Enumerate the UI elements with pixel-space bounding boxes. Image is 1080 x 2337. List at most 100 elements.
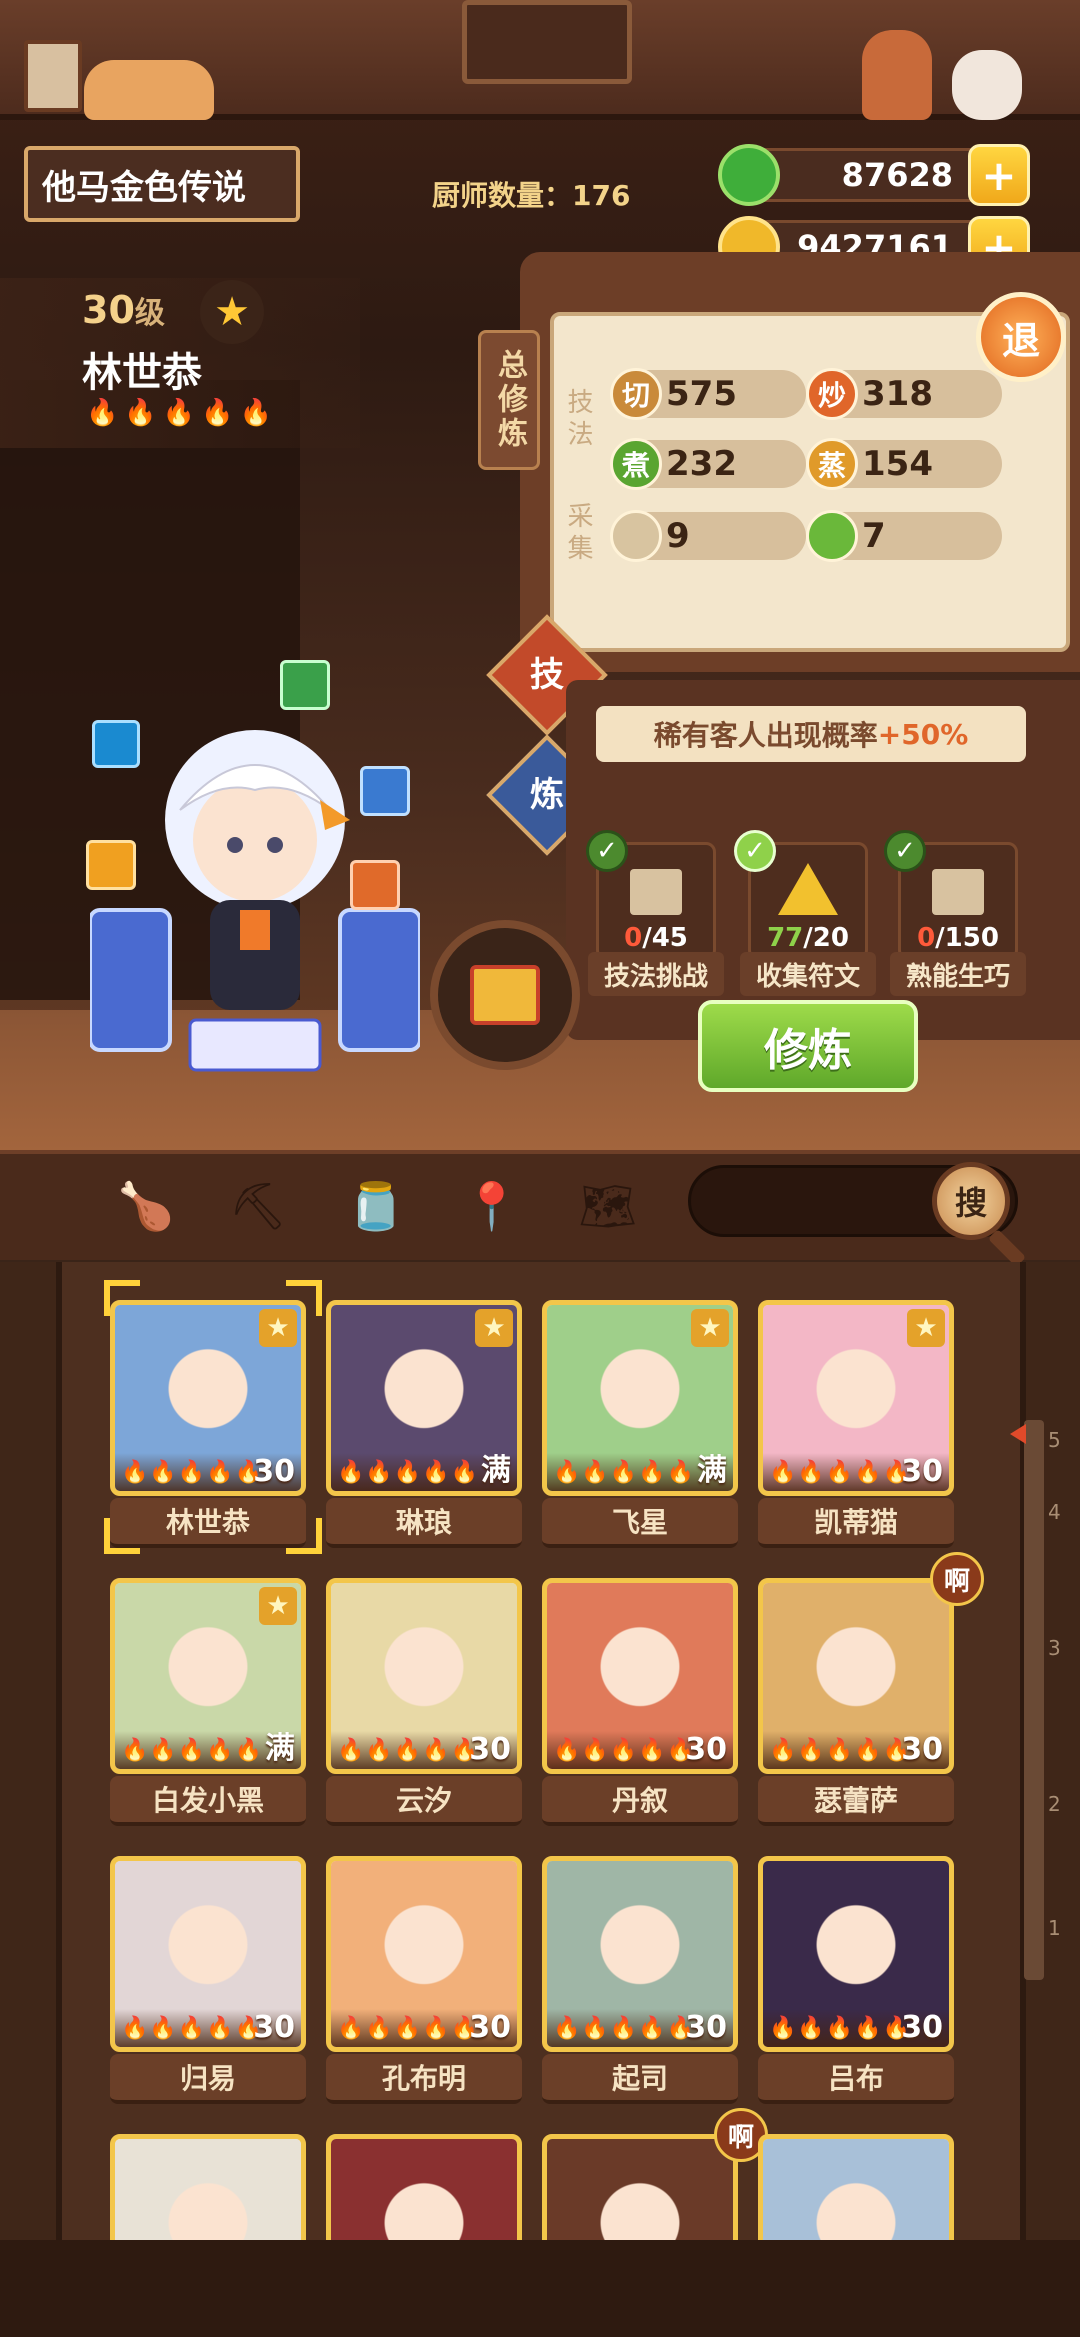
gift-box-icon	[470, 965, 540, 1025]
stat-boil: 煮 232	[610, 438, 806, 490]
chef-card[interactable]: 🔥🔥🔥🔥🔥 30 瑟蕾萨	[758, 1578, 954, 1826]
scroll-scale[interactable]	[1024, 1420, 1044, 1980]
search-button[interactable]: 搜	[932, 1162, 1010, 1240]
chef-card-level: 30	[253, 1454, 295, 1489]
flour-icon	[610, 510, 662, 562]
check-icon: ✓	[734, 830, 776, 872]
stat-steam-value: 154	[862, 444, 933, 484]
train-button[interactable]: 修炼	[698, 1000, 918, 1092]
chef-card[interactable]: 🔥🔥🔥🔥🔥 满 ★ 琳琅	[326, 1300, 522, 1548]
location-icon[interactable]: 📍	[462, 1176, 522, 1236]
chef-card-level: 30	[469, 1732, 511, 1767]
scale-mark: 4	[1048, 1500, 1061, 1524]
rare-guest-text: 稀有客人出现概率	[653, 719, 878, 752]
chef-card-name: 白发小黑	[110, 1776, 306, 1826]
check-icon: ✓	[884, 830, 926, 872]
chef-portrait: 🔥🔥🔥🔥🔥 30	[326, 1856, 522, 2052]
chef-card[interactable]: 🔥🔥🔥🔥🔥 满 ★ 飞星	[542, 1300, 738, 1548]
drumstick-icon[interactable]: 🍗	[116, 1176, 176, 1236]
chef-card-name: 吕布	[758, 2054, 954, 2104]
box-icon	[932, 869, 984, 915]
chef-count: 厨师数量：176	[432, 174, 630, 214]
gather-section-label: 采集	[563, 502, 593, 566]
fry-icon: 炒	[806, 368, 858, 420]
flame-icon: 🔥🔥🔥🔥🔥	[337, 2016, 479, 2041]
stat-flour-value: 9	[666, 516, 690, 556]
chef-card-level: 30	[253, 2010, 295, 2045]
star-icon: ★	[691, 1309, 729, 1347]
skill-section-label: 技法	[563, 388, 593, 452]
rune-icon	[778, 863, 838, 915]
add-jade-button[interactable]: +	[968, 144, 1030, 206]
chef-card[interactable]: 🔥🔥🔥🔥🔥 满 ★ 白发小黑	[110, 1578, 306, 1826]
flame-icon: 🔥🔥🔥🔥🔥	[769, 2016, 911, 2041]
flame-icon: 🔥🔥🔥🔥🔥	[553, 2016, 695, 2041]
chef-count-value: 176	[572, 179, 631, 212]
stat-veg-value: 7	[862, 516, 886, 556]
chef-count-label: 厨师数量：	[432, 179, 573, 212]
chef-card-name: 瑟蕾萨	[758, 1776, 954, 1826]
chef-card[interactable]: 🔥🔥🔥🔥🔥 30 丹叙	[542, 1578, 738, 1826]
chef-card-level: 满	[265, 1731, 295, 1766]
task-count-current: 0	[624, 923, 643, 953]
star-icon: ★	[475, 1309, 513, 1347]
chef-portrait: 🔥🔥🔥🔥🔥 满 ★	[542, 1300, 738, 1496]
player-name-box[interactable]: 他马金色传说	[24, 146, 300, 222]
rare-guest-banner: 稀有客人出现概率 +50%	[596, 706, 1026, 762]
task-count-total: /150	[935, 923, 999, 953]
exit-button[interactable]: 退	[976, 292, 1066, 382]
vegetable-icon	[806, 510, 858, 562]
chef-card-level: 30	[901, 1454, 943, 1489]
chef-portrait: 🔥🔥🔥🔥🔥 30	[110, 1856, 306, 2052]
chef-card-name: 凯蒂猫	[758, 1498, 954, 1548]
shovel-icon[interactable]: ⛏	[228, 1176, 288, 1236]
stat-fry: 炒 318	[806, 368, 1002, 420]
selection-corner	[286, 1518, 322, 1554]
selection-corner	[104, 1518, 140, 1554]
map-question-icon[interactable]: 🗺	[578, 1176, 638, 1236]
cat-figure-icon	[952, 50, 1022, 120]
water-drop-icon	[92, 720, 140, 768]
stat-gather-flour: 9	[610, 510, 806, 562]
box-icon	[630, 869, 682, 915]
flame-icon: 🔥🔥🔥🔥🔥	[769, 1738, 911, 1763]
task-count-current: 77	[767, 923, 804, 953]
flame-icon: 🔥🔥🔥🔥🔥	[121, 1738, 263, 1763]
total-training-tab[interactable]: 总修炼	[478, 330, 540, 470]
chef-card-name: 飞星	[542, 1498, 738, 1548]
chef-card-name: 丹叙	[542, 1776, 738, 1826]
task-count-current: 0	[917, 923, 936, 953]
chef-portrait: 🔥🔥🔥🔥🔥 30 ★	[758, 1300, 954, 1496]
chef-portrait: 🔥🔥🔥🔥🔥 满 ★	[110, 1578, 306, 1774]
chef-name: 林世恭	[82, 350, 202, 396]
scale-mark: 1	[1048, 1916, 1061, 1940]
doll-icon	[862, 30, 932, 120]
flame-icon: 🔥🔥🔥🔥🔥	[337, 1738, 479, 1763]
chef-card-level: 30	[685, 1732, 727, 1767]
blue-item-icon	[360, 766, 410, 816]
scroll-indicator-icon	[1010, 1424, 1026, 1444]
rare-guest-value: +50%	[877, 717, 969, 751]
chef-card[interactable]: 🔥🔥🔥🔥🔥 30 吕布	[758, 1856, 954, 2104]
chef-card[interactable]: 🔥🔥🔥🔥🔥 30 孔布明	[326, 1856, 522, 2104]
hanging-sign-icon	[462, 0, 632, 84]
chef-card[interactable]: 🔥🔥🔥🔥🔥 30 ★ 林世恭	[110, 1300, 306, 1548]
equipment-slot[interactable]	[430, 920, 580, 1070]
task-label: 熟能生巧	[890, 952, 1026, 996]
chef-portrait: 🔥🔥🔥🔥🔥 满 ★	[326, 1300, 522, 1496]
favorite-star-icon[interactable]: ★	[200, 280, 264, 344]
chef-card-level: 30	[685, 2010, 727, 2045]
flame-icon: 🔥🔥🔥🔥🔥	[769, 1460, 911, 1485]
chef-card[interactable]: 🔥🔥🔥🔥🔥 30 云汐	[326, 1578, 522, 1826]
chef-card-name: 孔布明	[326, 2054, 522, 2104]
scale-mark: 2	[1048, 1792, 1061, 1816]
star-icon: ★	[259, 1587, 297, 1625]
flame-icon: 🔥🔥🔥🔥🔥	[337, 1460, 479, 1485]
chef-card[interactable]: 🔥🔥🔥🔥🔥 30 起司	[542, 1856, 738, 2104]
scale-mark: 3	[1048, 1636, 1061, 1660]
chef-card[interactable]: 🔥🔥🔥🔥🔥 30 ★ 凯蒂猫	[758, 1300, 954, 1548]
chef-card[interactable]: 🔥🔥🔥🔥🔥 30 归易	[110, 1856, 306, 2104]
star-icon: ★	[907, 1309, 945, 1347]
task-count: 0/45	[624, 923, 688, 953]
jar-icon[interactable]: 🫙	[346, 1176, 406, 1236]
